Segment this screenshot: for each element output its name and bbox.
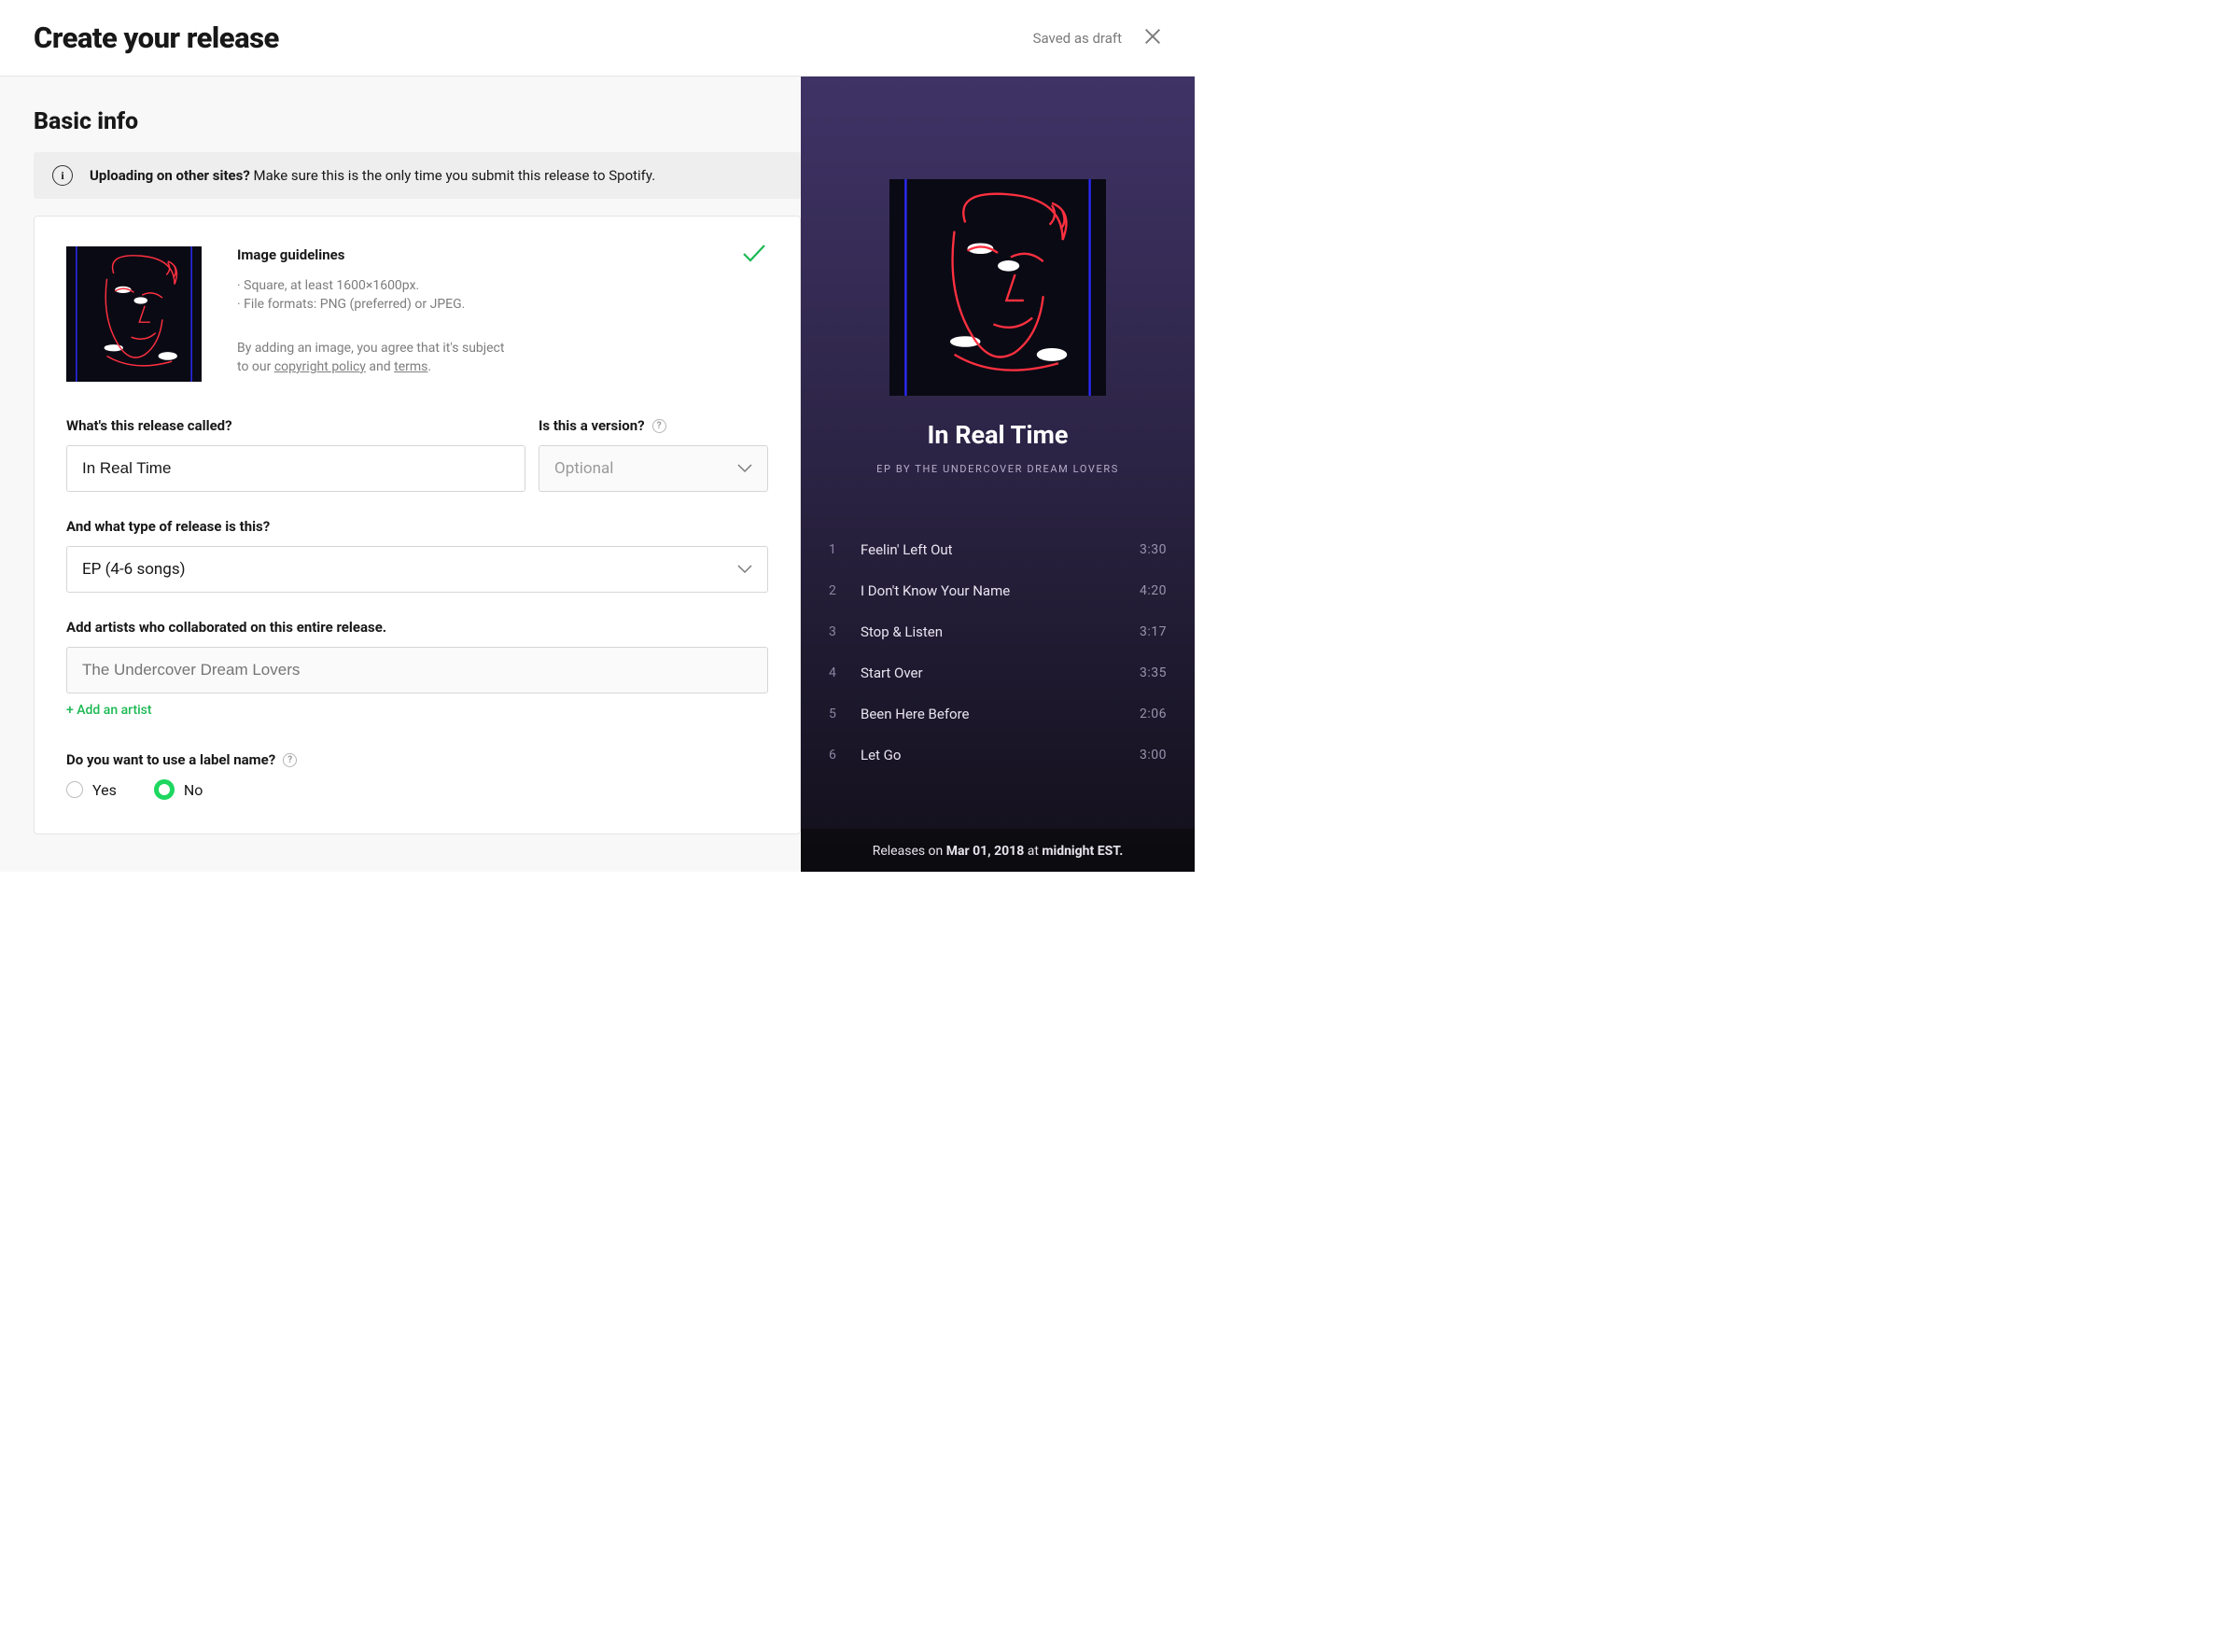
section-heading: Basic info [34,108,801,135]
radio-selected-icon [154,779,175,800]
guideline-2: · File formats: PNG (preferred) or JPEG. [237,295,517,314]
help-icon[interactable]: ? [652,419,666,433]
tracklist: 1 Feelin' Left Out 3:30 2 I Don't Know Y… [801,529,1195,776]
radio-unselected-icon [66,781,83,798]
image-valid-check [742,243,766,267]
release-type-label: And what type of release is this? [66,518,768,535]
collaborators-input[interactable] [66,647,768,693]
basic-info-card: Image guidelines · Square, at least 1600… [34,216,801,834]
close-icon [1142,26,1163,47]
info-icon: i [52,165,73,186]
track-row[interactable]: 2 I Don't Know Your Name 4:20 [829,570,1167,611]
version-placeholder: Optional [554,459,613,478]
track-row[interactable]: 6 Let Go 3:00 [829,735,1167,776]
main-form: Basic info i Uploading on other sites? M… [0,77,801,872]
preview-title: In Real Time [927,420,1068,450]
close-button[interactable] [1142,26,1163,50]
track-row[interactable]: 4 Start Over 3:35 [829,652,1167,693]
version-select[interactable]: Optional [539,445,768,492]
release-date: Mar 01, 2018 [946,844,1024,859]
release-name-label: What's this release called? [66,417,525,434]
release-type-select[interactable]: EP (4-6 songs) [66,546,768,593]
preview-cover-art [889,179,1106,396]
label-name-question: Do you want to use a label name? ? [66,751,768,768]
track-row[interactable]: 3 Stop & Listen 3:17 [829,611,1167,652]
track-row[interactable]: 5 Been Here Before 2:06 [829,693,1167,735]
help-icon[interactable]: ? [283,753,297,767]
header: Create your release Saved as draft [0,0,1195,77]
label-no-radio[interactable]: No [154,779,203,800]
release-name-input[interactable] [66,445,525,492]
guidelines-heading: Image guidelines [237,246,517,263]
notice-strong: Uploading on other sites? [90,167,250,184]
duplicate-upload-notice: i Uploading on other sites? Make sure th… [34,152,801,199]
page-title: Create your release [34,21,279,55]
release-type-value: EP (4-6 songs) [82,560,186,579]
add-artist-link[interactable]: + Add an artist [66,703,768,718]
release-time: midnight EST. [1042,844,1123,859]
release-date-bar: Releases on Mar 01, 2018 at midnight EST… [801,829,1195,872]
guideline-1: · Square, at least 1600×1600px. [237,276,517,295]
image-guidelines: Image guidelines · Square, at least 1600… [237,246,517,382]
release-preview: In Real Time EP BY THE UNDERCOVER DREAM … [801,77,1195,872]
label-yes-radio[interactable]: Yes [66,781,117,799]
notice-rest: Make sure this is the only time you subm… [250,167,655,184]
collaborators-label: Add artists who collaborated on this ent… [66,619,768,636]
chevron-down-icon [737,459,752,478]
chevron-down-icon [737,560,752,579]
terms-link[interactable]: terms [394,359,427,374]
draft-status: Saved as draft [1033,30,1122,47]
version-label: Is this a version? ? [539,417,768,434]
copyright-policy-link[interactable]: copyright policy [274,359,366,374]
cover-art-thumb[interactable] [66,246,202,382]
check-icon [742,243,766,263]
preview-byline: EP BY THE UNDERCOVER DREAM LOVERS [876,463,1119,475]
track-row[interactable]: 1 Feelin' Left Out 3:30 [829,529,1167,570]
